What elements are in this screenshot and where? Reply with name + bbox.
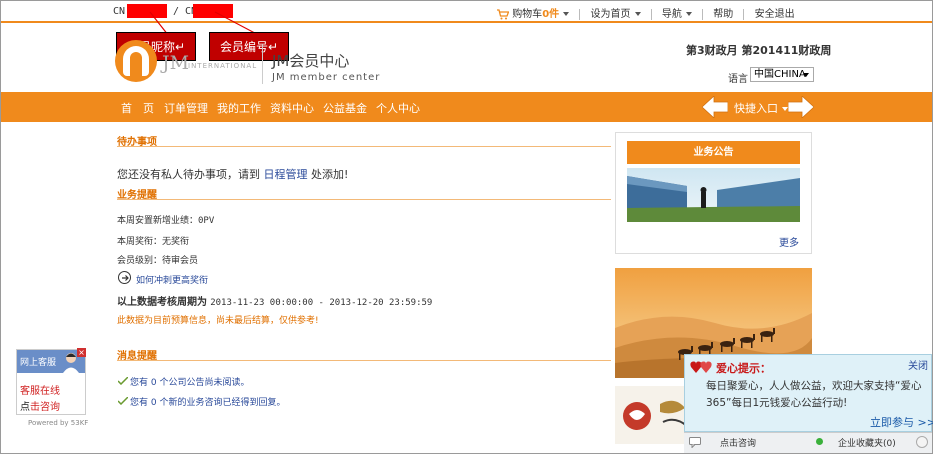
love-tip-message: 每日聚爱心，人人做公益，欢迎大家支持“爱心365”每日1元钱爱心公益行动! (706, 380, 922, 409)
language-select[interactable]: 中国CHINA (750, 67, 814, 82)
language-label: 语言 (728, 74, 748, 85)
business-notice-title: 业务公告 (627, 141, 800, 164)
message-icon (118, 377, 128, 385)
service-online-link[interactable]: 客服在线 (20, 382, 60, 397)
circle-arrow-icon (118, 271, 131, 284)
todo-message: 您还没有私人待办事项，请到 日程管理 处添加! (117, 168, 349, 181)
message-icon (118, 397, 128, 405)
logo-jm-text: JM (162, 52, 190, 74)
nav-item-my-work[interactable]: 我的工作 (217, 100, 261, 116)
assessment-period: 以上数据考核周期为 2013-11-23 00:00:00 - 2013-12-… (117, 297, 433, 308)
nav-item-orders[interactable]: 订单管理 (164, 100, 208, 116)
chevron-down-icon (803, 73, 809, 77)
love-tip-title: 爱心提示： (716, 362, 771, 375)
favorites-link[interactable]: 企业收藏夹(0) (838, 436, 896, 449)
nav-item-charity[interactable]: 公益基金 (323, 100, 367, 116)
how-to-rank-link[interactable]: 如何冲刺更高奖衔 (136, 273, 208, 286)
weekly-rank: 本周奖衔：无奖衔 (117, 237, 190, 247)
estimate-note: 此数据为目前预算信息，尚未最后结算，仅供参考! (117, 316, 319, 326)
quick-access-menu[interactable]: 快捷入口 (734, 100, 788, 116)
love-tip-close-link[interactable]: 关闭 (908, 357, 928, 372)
notice-banner-image[interactable] (627, 168, 800, 222)
member-level: 会员级别：待审会员 (117, 256, 199, 266)
online-service-title: 网上客服 (20, 358, 57, 368)
more-link[interactable]: 更多 (779, 234, 799, 249)
chat-close-icon[interactable]: × (77, 348, 86, 357)
join-now-link[interactable]: 立即参与 >> (870, 414, 933, 430)
nav-item-resources[interactable]: 资料中心 (270, 100, 314, 116)
arrow-left-icon[interactable] (702, 96, 728, 118)
member-center-subtitle: JM member center (272, 72, 381, 83)
logo-international-text: INTERNATIONAL (188, 62, 258, 70)
weekly-performance: 本周安置新增业绩：0PV (117, 216, 215, 226)
consultation-replies-link[interactable]: 您有 0 个新的业务咨询已经得到回复。 (130, 395, 285, 408)
bottom-consult-link[interactable]: 点击咨询 (720, 436, 756, 449)
member-center-title: JM会员中心 (272, 52, 350, 70)
announcements-unread-link[interactable]: 您有 0 个公司公告尚未阅读。 (130, 375, 249, 388)
nav-item-personal[interactable]: 个人中心 (376, 100, 420, 116)
click-consult-link[interactable]: 点击咨询 (20, 398, 60, 413)
fiscal-period: 第3财政月 第201411财政周 (686, 44, 832, 57)
powered-by-text: Powered by 53KF (28, 419, 89, 427)
online-status-icon (816, 438, 823, 445)
settings-icon[interactable] (916, 436, 928, 448)
arrow-right-icon[interactable] (788, 96, 814, 118)
nav-item-home[interactable]: 首 页 (121, 100, 154, 116)
schedule-link[interactable]: 日程管理 (264, 168, 308, 181)
chat-bubble-icon (689, 437, 701, 448)
heart-icon (690, 361, 712, 373)
